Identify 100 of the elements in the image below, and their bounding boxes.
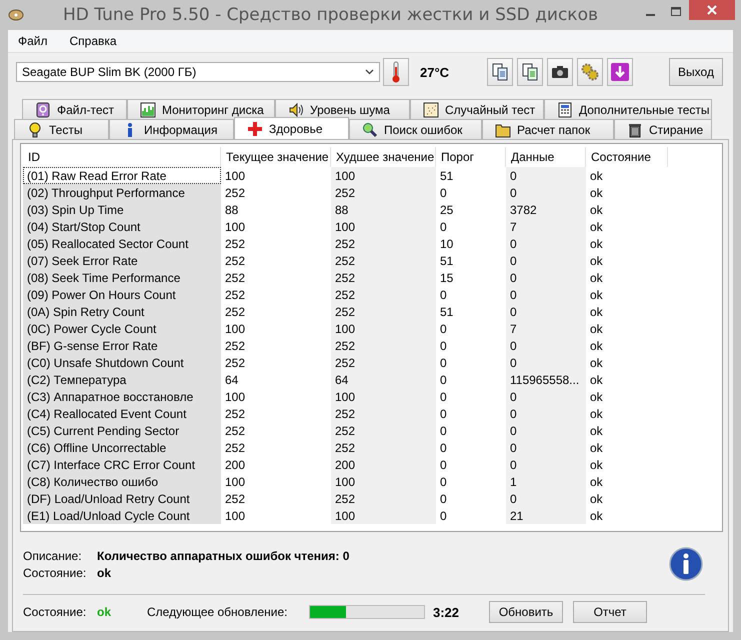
column-header[interactable]: Порог bbox=[436, 147, 506, 167]
table-cell: 1 bbox=[506, 473, 586, 490]
table-cell: 7 bbox=[506, 320, 586, 337]
copy-icon bbox=[492, 63, 508, 81]
table-cell: (C0) Unsafe Shutdown Count bbox=[23, 354, 221, 371]
close-icon[interactable] bbox=[689, 0, 735, 20]
table-cell-text: 0 bbox=[439, 286, 448, 303]
table-cell: (C5) Current Pending Sector bbox=[23, 422, 221, 439]
table-cell: 0 bbox=[506, 456, 586, 473]
description-label: Описание: bbox=[23, 548, 83, 562]
report-button[interactable]: Отчет bbox=[573, 601, 647, 623]
table-cell: 100 bbox=[331, 320, 436, 337]
calculator-icon bbox=[557, 102, 573, 118]
table-cell-text: 0 bbox=[439, 474, 448, 490]
table-cell-text: 64 bbox=[224, 372, 240, 388]
bar-chart-icon bbox=[140, 102, 156, 118]
copy-button[interactable] bbox=[517, 58, 543, 86]
table-cell-text: 0 bbox=[439, 354, 448, 371]
table-cell-text: 0 bbox=[439, 456, 448, 473]
table-cell-text: 0 bbox=[439, 422, 448, 439]
table-cell: 3782 bbox=[506, 201, 586, 218]
tab[interactable]: Информация bbox=[109, 119, 234, 139]
table-cell: (C6) Offline Uncorrectable bbox=[23, 439, 221, 456]
tab[interactable]: Файл-тест bbox=[22, 99, 127, 119]
scatter-chart-icon bbox=[423, 102, 439, 118]
table-cell: 252 bbox=[331, 490, 436, 507]
status-value: ok bbox=[97, 605, 112, 619]
download-icon bbox=[610, 62, 630, 82]
table-cell: (08) Seek Time Performance bbox=[23, 269, 221, 286]
table-cell-text: 51 bbox=[439, 252, 454, 269]
table-cell-text: ok bbox=[589, 202, 604, 218]
table-cell: 252 bbox=[331, 269, 436, 286]
camera-icon bbox=[551, 65, 569, 79]
chevron-down-icon bbox=[365, 69, 374, 75]
table-cell: 0 bbox=[506, 286, 586, 303]
table-cell: 252 bbox=[331, 303, 436, 320]
temperature-reading: 27°C bbox=[420, 64, 450, 80]
copy-button[interactable] bbox=[487, 58, 513, 86]
temperature-button[interactable] bbox=[383, 58, 409, 86]
refresh-button[interactable]: Обновить bbox=[489, 601, 563, 623]
column-header[interactable]: Состояние bbox=[586, 147, 668, 167]
tab[interactable]: Стирание bbox=[614, 119, 712, 139]
next-update-label: Следующее обновление: bbox=[147, 605, 288, 619]
table-cell: 252 bbox=[331, 252, 436, 269]
table-cell: (02) Throughput Performance bbox=[23, 184, 221, 201]
tab[interactable]: Здоровье bbox=[234, 117, 349, 139]
table-cell: 200 bbox=[331, 456, 436, 473]
info-icon bbox=[669, 547, 703, 581]
table-cell: (BF) G-sense Error Rate bbox=[23, 337, 221, 354]
table-cell: (0C) Power Cycle Count bbox=[23, 320, 221, 337]
table-cell: (C2) Температура bbox=[23, 371, 221, 388]
table-cell-text: 0 bbox=[439, 490, 448, 507]
table-cell-text: 0 bbox=[439, 372, 448, 388]
tab[interactable]: Уровень шума bbox=[275, 99, 410, 119]
menu-item[interactable]: Справка bbox=[70, 34, 117, 48]
table-cell: (C3) Аппаратное восстановле bbox=[23, 388, 221, 405]
table-cell-text: 252 bbox=[224, 490, 246, 507]
table-cell: 115965558... bbox=[506, 371, 586, 388]
table-cell-text: ok bbox=[589, 508, 604, 524]
table-cell-text: ok bbox=[589, 440, 604, 456]
column-header[interactable]: Текущее значение bbox=[221, 147, 331, 167]
screenshot-button[interactable] bbox=[547, 58, 573, 86]
table-cell-text: 100 bbox=[224, 168, 246, 184]
state-value: ok bbox=[97, 566, 112, 580]
table-cell-text: 252 bbox=[224, 406, 246, 422]
table-cell-text: 0 bbox=[439, 338, 448, 354]
table-cell-text: 252 bbox=[224, 354, 246, 371]
table-cell: 0 bbox=[506, 439, 586, 456]
table-cell: 252 bbox=[331, 235, 436, 252]
table-cell-text: 10 bbox=[439, 236, 454, 252]
status-label: Состояние: bbox=[23, 605, 88, 619]
table-cell: (07) Seek Error Rate bbox=[23, 252, 221, 269]
tab[interactable]: Расчет папок bbox=[482, 119, 614, 139]
table-cell: (0A) Spin Retry Count bbox=[23, 303, 221, 320]
table-cell-text: 0 bbox=[439, 218, 448, 235]
search-icon bbox=[362, 122, 378, 138]
table-cell: 100 bbox=[331, 388, 436, 405]
description-text: Количество аппаратных ошибок чтения: 0 bbox=[97, 548, 350, 562]
options-button[interactable] bbox=[577, 58, 603, 86]
save-button[interactable] bbox=[607, 58, 633, 86]
table-cell: (C4) Reallocated Event Count bbox=[23, 405, 221, 422]
thermometer-icon bbox=[391, 61, 401, 83]
table-cell: 0 bbox=[506, 269, 586, 286]
tab[interactable]: Случайный тест bbox=[410, 99, 544, 119]
tab[interactable]: Поиск ошибок bbox=[349, 119, 482, 139]
table-cell: 0 bbox=[506, 184, 586, 201]
table-cell: 0 bbox=[506, 337, 586, 354]
table-cell-text: 25 bbox=[439, 202, 454, 218]
menu-item[interactable]: Файл bbox=[18, 34, 48, 48]
tab[interactable]: Дополнительные тесты bbox=[544, 99, 712, 119]
table-cell: 64 bbox=[331, 371, 436, 388]
tab[interactable]: Мониторинг диска bbox=[127, 99, 275, 119]
tab[interactable]: Тесты bbox=[14, 119, 109, 139]
exit-button[interactable]: Выход bbox=[669, 58, 723, 86]
selected-table-row[interactable]: (01) Raw Read Error Rate 100 100 51 0 ok bbox=[23, 167, 722, 184]
table-cell: 88 bbox=[331, 201, 436, 218]
drive-dropdown[interactable]: Seagate BUP Slim BK (2000 ГБ) bbox=[16, 62, 380, 82]
table-cell: 252 bbox=[331, 337, 436, 354]
table-cell-text: 252 bbox=[224, 270, 246, 286]
speaker-icon bbox=[288, 102, 304, 118]
